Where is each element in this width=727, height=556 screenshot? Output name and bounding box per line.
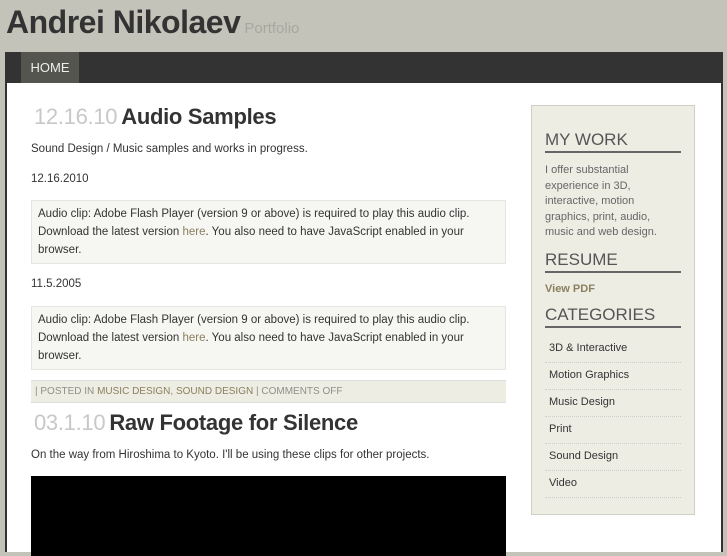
- post-title-text[interactable]: Raw Footage for Silence: [109, 410, 358, 435]
- flash-download-link[interactable]: here: [182, 332, 205, 344]
- nav-bar: HOME: [7, 52, 721, 83]
- post-meta: | POSTED IN MUSIC DESIGN, SOUND DESIGN |…: [31, 380, 506, 403]
- category-item[interactable]: Music Design: [545, 390, 681, 417]
- nav-home[interactable]: HOME: [21, 52, 79, 83]
- view-pdf-link[interactable]: View PDF: [545, 283, 681, 295]
- site-title[interactable]: Andrei Nikolaev: [6, 4, 241, 40]
- post-title[interactable]: 03.1.10 Raw Footage for Silence: [34, 410, 358, 436]
- page-container: HOME 12.16.10 Audio Samples Sound Design …: [5, 52, 723, 556]
- my-work-heading: MY WORK: [545, 130, 681, 153]
- categories-heading: CATEGORIES: [545, 305, 681, 328]
- category-item[interactable]: Motion Graphics: [545, 363, 681, 390]
- post-date: 12.16.10: [34, 104, 118, 129]
- sidebar: MY WORK I offer substantial experience i…: [531, 105, 695, 515]
- my-work-text: I offer substantial experience in 3D, in…: [545, 164, 657, 238]
- category-item[interactable]: Sound Design: [545, 444, 681, 471]
- site-header: Andrei Nikolaev Portfolio: [6, 4, 299, 41]
- post-intro: On the way from Hiroshima to Kyoto. I'll…: [31, 449, 430, 461]
- categories-list: 3D & Interactive Motion Graphics Music D…: [545, 336, 681, 498]
- entry-date: 12.16.2010: [31, 173, 89, 185]
- resume-heading: RESUME: [545, 250, 681, 273]
- audio-clip-notice: Audio clip: Adobe Flash Player (version …: [31, 306, 506, 370]
- category-item[interactable]: Video: [545, 471, 681, 498]
- post-date: 03.1.10: [34, 410, 106, 435]
- category-link[interactable]: MUSIC DESIGN: [97, 386, 170, 397]
- category-link[interactable]: SOUND DESIGN: [176, 386, 253, 397]
- post-intro: Sound Design / Music samples and works i…: [31, 143, 308, 155]
- video-player[interactable]: [31, 476, 506, 556]
- category-item[interactable]: 3D & Interactive: [545, 336, 681, 363]
- post-title-text[interactable]: Audio Samples: [121, 104, 276, 129]
- category-item[interactable]: Print: [545, 417, 681, 444]
- audio-clip-notice: Audio clip: Adobe Flash Player (version …: [31, 200, 506, 264]
- entry-date: 11.5.2005: [31, 278, 82, 290]
- post-title[interactable]: 12.16.10 Audio Samples: [34, 104, 277, 130]
- site-tagline: Portfolio: [244, 20, 300, 37]
- flash-download-link[interactable]: here: [182, 226, 205, 238]
